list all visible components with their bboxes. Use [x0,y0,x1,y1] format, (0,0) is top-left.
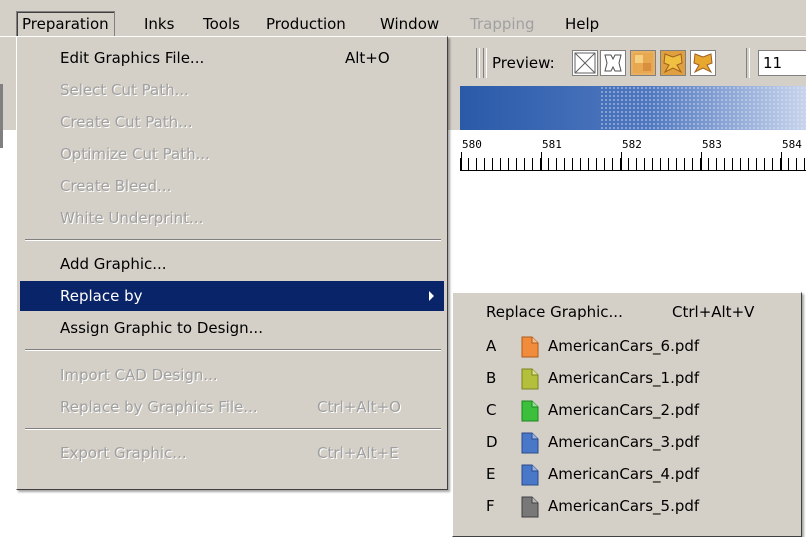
ruler-label: 582 [622,138,642,151]
ruler-major-tick [701,152,702,170]
menu-production[interactable]: Production [266,12,346,36]
menu-item-label: White Underprint... [60,209,204,227]
zoom-field[interactable]: 11 [758,50,806,76]
pdf-file-icon [521,464,539,486]
menu-item-shortcut: Ctrl+Alt+E [317,444,399,462]
menu-item-assign-graphic-to-design[interactable]: Assign Graphic to Design... [20,313,444,343]
file-letter: A [486,337,497,355]
ruler-label: 580 [462,138,482,151]
submenu-item-file-c[interactable]: C AmericanCars_2.pdf [456,394,796,426]
ruler-label: 583 [702,138,722,151]
menu-item-add-graphic[interactable]: Add Graphic... [20,249,444,279]
menu-item-create-bleed[interactable]: Create Bleed... [20,171,444,201]
menu-item-white-underprint[interactable]: White Underprint... [20,203,444,233]
menu-item-label: Assign Graphic to Design... [60,319,263,337]
menu-item-label: Replace by Graphics File... [60,398,258,416]
replace-by-submenu: Replace Graphic... Ctrl+Alt+V A American… [452,292,802,537]
menu-item-replace-by-graphics-file[interactable]: Replace by Graphics File... Ctrl+Alt+O [20,392,444,422]
file-name: AmericanCars_1.pdf [548,369,700,387]
file-name: AmericanCars_6.pdf [548,337,700,355]
submenu-item-file-d[interactable]: D AmericanCars_3.pdf [456,426,796,458]
menu-item-label: Import CAD Design... [60,366,218,384]
menu-tools[interactable]: Tools [203,12,240,36]
submenu-arrow-icon [429,291,434,301]
menu-window[interactable]: Window [380,12,439,36]
submenu-item-file-b[interactable]: B AmericanCars_1.pdf [456,362,796,394]
menu-item-edit-graphics-file[interactable]: Edit Graphics File... Alt+O [20,43,444,73]
preview-butterfly-icon[interactable] [660,50,686,76]
menu-item-label: Create Bleed... [60,177,172,195]
menu-trapping[interactable]: Trapping [470,12,535,36]
menu-bar: Preparation Inks Tools Production Window… [0,0,806,37]
toolbar-separator [483,48,487,78]
pdf-file-icon [521,400,539,422]
file-name: AmericanCars_3.pdf [548,433,700,451]
menu-item-label: Edit Graphics File... [60,49,205,67]
preview-none-icon[interactable] [572,50,598,76]
menu-item-label: Replace Graphic... [486,303,623,321]
menu-item-shortcut: Ctrl+Alt+V [672,303,755,321]
window-edge [0,84,3,148]
toolbar-separator [476,48,480,78]
menu-item-create-cut-path[interactable]: Create Cut Path... [20,107,444,137]
preview-butterfly-full-icon[interactable] [690,50,716,76]
pdf-file-icon [521,368,539,390]
title-band-pattern [600,86,806,130]
file-letter: F [486,497,495,515]
menu-item-shortcut: Alt+O [345,49,390,67]
menu-item-export-graphic[interactable]: Export Graphic... Ctrl+Alt+E [20,438,444,468]
file-letter: C [486,401,497,419]
menu-separator [25,349,441,351]
ruler-label: 581 [542,138,562,151]
pdf-file-icon [521,336,539,358]
ruler-major-tick [781,152,782,170]
file-name: AmericanCars_5.pdf [548,497,700,515]
menu-item-label: Add Graphic... [60,255,167,273]
toolbar-separator [746,48,750,78]
preview-outline-icon[interactable] [600,50,626,76]
menu-help[interactable]: Help [565,12,599,36]
submenu-item-replace-graphic[interactable]: Replace Graphic... Ctrl+Alt+V [456,296,796,328]
menu-item-select-cut-path[interactable]: Select Cut Path... [20,75,444,105]
file-letter: E [486,465,496,483]
file-name: AmericanCars_2.pdf [548,401,700,419]
menu-item-label: Optimize Cut Path... [60,145,210,163]
menu-item-shortcut: Ctrl+Alt+O [317,398,401,416]
menu-preparation[interactable]: Preparation [16,11,115,37]
ruler-ticks [460,158,806,170]
pdf-file-icon [521,432,539,454]
preview-color-icon[interactable] [630,50,656,76]
menu-item-import-cad-design[interactable]: Import CAD Design... [20,360,444,390]
preview-label: Preview: [492,54,555,72]
menu-item-label: Export Graphic... [60,444,187,462]
file-letter: D [486,433,498,451]
submenu-item-file-a[interactable]: A AmericanCars_6.pdf [456,330,796,362]
menu-item-label: Select Cut Path... [60,81,189,99]
submenu-item-file-f[interactable]: F AmericanCars_5.pdf [456,490,796,522]
preparation-menu: Edit Graphics File... Alt+O Select Cut P… [16,36,448,490]
menu-item-label: Create Cut Path... [60,113,193,131]
menu-separator [25,428,441,430]
ruler-major-tick [621,152,622,170]
ruler-major-tick [461,152,462,170]
menu-item-optimize-cut-path[interactable]: Optimize Cut Path... [20,139,444,169]
menu-inks[interactable]: Inks [144,12,174,36]
menu-item-replace-by[interactable]: Replace by [20,281,444,311]
ruler-major-tick [541,152,542,170]
submenu-item-file-e[interactable]: E AmericanCars_4.pdf [456,458,796,490]
file-name: AmericanCars_4.pdf [548,465,700,483]
pdf-file-icon [521,496,539,518]
ruler-label: 584 [782,138,802,151]
file-letter: B [486,369,497,387]
menu-item-label: Replace by [60,287,143,305]
menu-separator [25,239,441,241]
